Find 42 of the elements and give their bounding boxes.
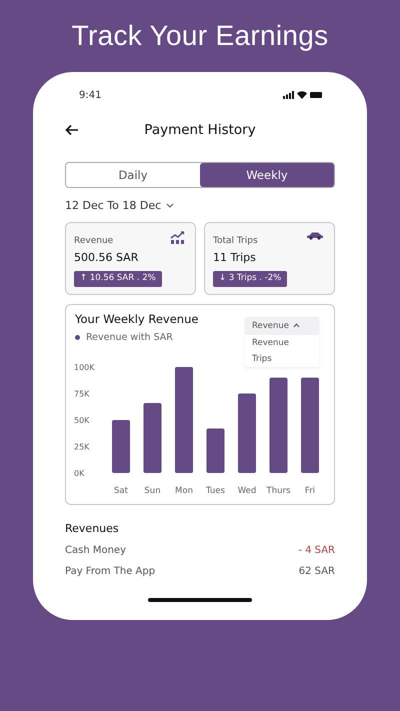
stat-value: 500.56 SAR xyxy=(74,252,138,266)
axis-category-label: Thurs xyxy=(266,486,290,496)
axis-tick-label: 25K xyxy=(74,442,90,452)
section-title: Revenues xyxy=(65,522,120,535)
axis-tick-label: 0K xyxy=(74,468,84,478)
back-button[interactable] xyxy=(65,124,81,136)
revenue-label: Pay From The App xyxy=(65,566,156,577)
revenue-amount: 62 SAR xyxy=(298,566,335,577)
change-badge: ↑ 10.56 SAR . 2% xyxy=(74,270,162,287)
chart-bar xyxy=(206,428,224,473)
change-badge: ↓ 3 Trips . -2% xyxy=(213,270,288,287)
revenue-label: Cash Money xyxy=(65,544,126,556)
chevron-down-icon xyxy=(166,203,174,208)
headline: Track Your Earnings xyxy=(72,20,328,52)
date-range-picker[interactable]: 12 Dec To 18 Dec xyxy=(65,199,174,212)
status-time: 9:41 xyxy=(79,90,102,100)
stat-value: 11 Trips xyxy=(213,252,256,266)
dropdown-option[interactable]: Revenue xyxy=(245,334,296,351)
axis-category-label: Fri xyxy=(304,486,316,496)
period-tab[interactable]: Weekly xyxy=(200,163,334,187)
axis-category-label: Sun xyxy=(144,486,161,496)
growth-chart-icon xyxy=(170,231,185,244)
axis-category-label: Mon xyxy=(175,486,193,496)
chart-title: Your Weekly Revenue xyxy=(75,312,198,326)
axis-tick-label: 75K xyxy=(74,389,90,398)
axis-category-label: Sat xyxy=(114,486,128,496)
chart-dropdown[interactable]: Revenue xyxy=(245,316,319,335)
car-icon xyxy=(306,231,324,240)
axis-category-label: Wed xyxy=(238,486,256,496)
axis-category-label: Tues xyxy=(206,486,225,496)
caret-icon xyxy=(293,323,300,328)
status-icons xyxy=(283,91,323,99)
legend-label: Revenue with SAR xyxy=(86,332,173,343)
chart-bar xyxy=(112,420,130,473)
stat-label: Revenue xyxy=(74,236,114,246)
axis-tick-label: 50K xyxy=(74,416,90,425)
dropdown-option[interactable]: Trips xyxy=(245,350,279,367)
stat-label: Total Trips xyxy=(213,236,258,246)
chart-bar xyxy=(144,402,162,473)
revenue-amount: - 4 SAR xyxy=(298,544,335,556)
axis-tick-label: 100K xyxy=(74,362,95,372)
page-title: Payment History xyxy=(143,122,257,138)
